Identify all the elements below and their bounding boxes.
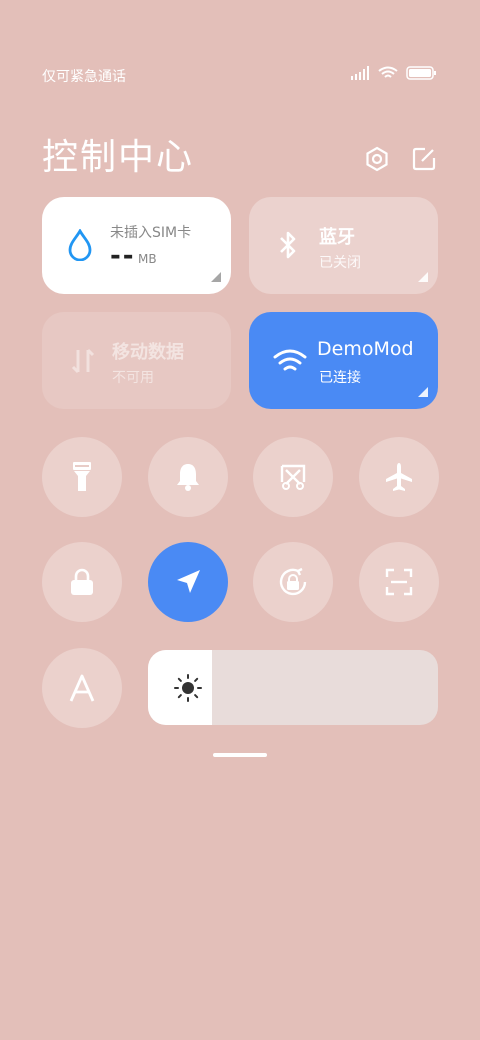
signal-icon	[351, 66, 369, 80]
scan-toggle[interactable]	[359, 542, 439, 622]
airplane-mode-toggle[interactable]	[359, 437, 439, 517]
flashlight-toggle[interactable]	[42, 437, 122, 517]
status-icons	[350, 66, 438, 80]
location-toggle[interactable]	[148, 542, 228, 622]
wifi-tile[interactable]: DemoMod 已连接	[249, 312, 438, 409]
tile-corner-indicator	[418, 387, 428, 397]
data-usage-unit: MB	[138, 252, 157, 266]
mobile-data-label: 移动数据	[112, 342, 184, 363]
location-icon	[177, 570, 200, 593]
lock-icon	[71, 568, 93, 595]
airplane-icon	[386, 463, 412, 491]
bluetooth-icon	[280, 231, 296, 259]
rotation-lock-icon	[279, 567, 307, 596]
battery-icon	[406, 66, 436, 80]
wifi-icon	[273, 349, 307, 371]
rotation-lock-toggle[interactable]	[253, 542, 333, 622]
sim-status-label: 未插入SIM卡	[110, 225, 192, 241]
lock-screen-toggle[interactable]	[42, 542, 122, 622]
tile-corner-indicator	[211, 272, 221, 282]
bluetooth-state: 已关闭	[319, 255, 361, 271]
sun-icon	[174, 674, 202, 702]
brightness-slider[interactable]	[148, 650, 438, 725]
status-carrier-text: 仅可紧急通话	[42, 69, 126, 85]
drag-handle[interactable]	[213, 753, 267, 757]
mute-toggle[interactable]	[148, 437, 228, 517]
tile-corner-indicator	[418, 272, 428, 282]
font-icon	[69, 674, 95, 702]
data-usage-tile[interactable]: 未插入SIM卡 -- MB	[42, 197, 231, 294]
bluetooth-tile[interactable]: 蓝牙 已关闭	[249, 197, 438, 294]
bluetooth-label: 蓝牙	[319, 227, 355, 248]
data-usage-value: --	[110, 241, 136, 271]
settings-icon[interactable]	[364, 146, 390, 172]
screenshot-icon	[280, 464, 306, 490]
scan-icon	[385, 568, 413, 596]
flashlight-icon	[73, 462, 91, 491]
water-drop-icon	[68, 229, 92, 261]
page-title: 控制中心	[42, 137, 195, 178]
mobile-data-tile[interactable]: 移动数据 不可用	[42, 312, 231, 409]
wifi-status-icon	[378, 66, 398, 78]
wifi-network-name: DemoMod	[317, 338, 414, 360]
mobile-data-state: 不可用	[112, 370, 154, 386]
wifi-state: 已连接	[319, 370, 361, 386]
font-size-toggle[interactable]	[42, 648, 122, 728]
edit-icon[interactable]	[411, 146, 437, 172]
screenshot-toggle[interactable]	[253, 437, 333, 517]
bell-icon	[177, 464, 199, 491]
mobile-data-icon	[71, 348, 95, 374]
